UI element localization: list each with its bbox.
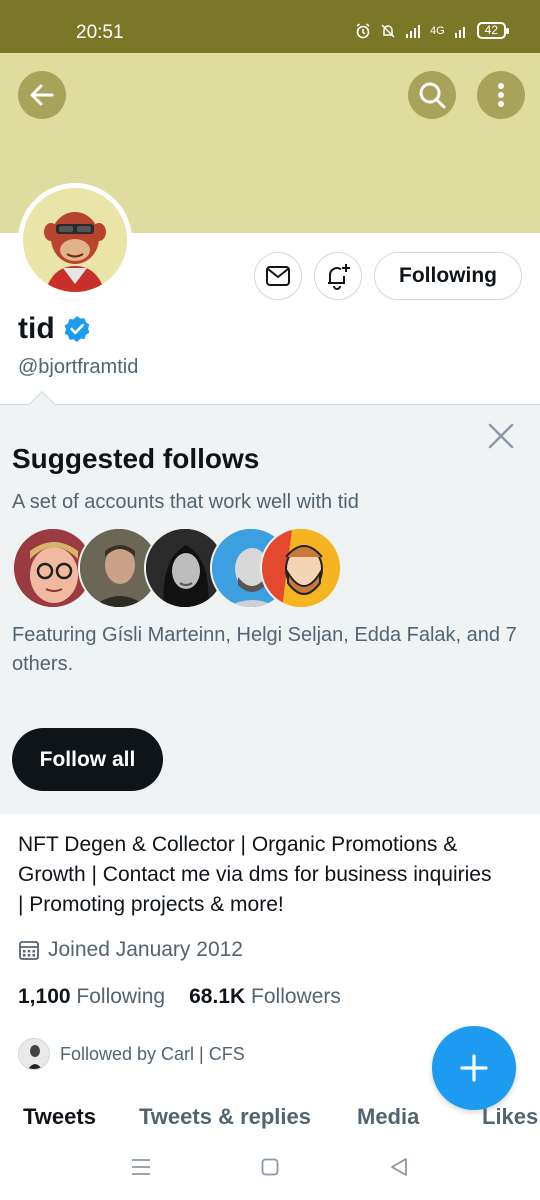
followers-stat-label: Followers [251, 985, 341, 1008]
status-bar: 20:51 4G 42 [0, 0, 540, 53]
arrow-left-icon [30, 84, 54, 106]
followers-count: 68.1K [189, 985, 246, 1008]
follow-stats: 1,100 Following 68.1K Followers [18, 985, 341, 1009]
card-notch [27, 390, 57, 420]
search-button[interactable] [408, 71, 456, 119]
follower-avatar [18, 1038, 50, 1070]
profile-bio: NFT Degen & Collector | Organic Promotio… [18, 833, 492, 916]
verified-badge-icon [64, 316, 90, 342]
profile-tabs: Tweets Tweets & replies Media Likes [0, 1100, 540, 1136]
following-stat[interactable]: 1,100 Following [18, 985, 165, 1009]
close-icon [488, 423, 514, 449]
message-button[interactable] [254, 252, 302, 300]
suggested-featuring: Featuring Gísli Marteinn, Helgi Seljan, … [12, 624, 517, 675]
network-type: 4G [429, 24, 445, 37]
compose-tweet-button[interactable] [432, 1026, 516, 1110]
following-button[interactable]: Following [374, 252, 522, 300]
alarm-icon [356, 22, 370, 38]
tab-likes[interactable]: Likes [482, 1104, 538, 1130]
follow-all-button[interactable]: Follow all [12, 728, 163, 791]
plus-icon [460, 1054, 488, 1082]
suggested-title: Suggested follows [12, 443, 260, 474]
suggested-follows-card: Suggested follows A set of accounts that… [0, 390, 540, 814]
signal-icon-2 [454, 26, 465, 38]
system-nav-bar [0, 1136, 540, 1200]
tab-tweets-replies[interactable]: Tweets & replies [139, 1104, 311, 1130]
display-name: tid [18, 312, 55, 345]
recent-apps-icon[interactable] [131, 1158, 151, 1176]
notifications-button[interactable] [314, 252, 362, 300]
dismiss-button[interactable] [488, 423, 514, 454]
avatar [23, 188, 127, 292]
joined-date: Joined January 2012 [18, 938, 243, 962]
tab-media[interactable]: Media [357, 1104, 419, 1130]
battery-indicator: 42 [476, 22, 510, 39]
person-avatar-icon [262, 529, 340, 607]
more-button[interactable] [477, 71, 525, 119]
profile-avatar[interactable] [18, 183, 132, 297]
suggested-subtitle: A set of accounts that work well with ti… [12, 491, 359, 513]
profile-handle: @bjortframtid [18, 356, 139, 378]
envelope-icon [266, 266, 290, 286]
suggested-avatars[interactable] [12, 527, 342, 609]
person-avatar-icon [19, 1039, 49, 1069]
followed-by-text: Followed by Carl | CFS [60, 1043, 245, 1064]
following-count: 1,100 [18, 985, 71, 1008]
suggested-avatar [260, 527, 342, 609]
signal-icon [405, 24, 420, 38]
joined-text: Joined January 2012 [48, 938, 243, 961]
profile-name: tid [18, 312, 91, 346]
following-stat-label: Following [76, 985, 166, 1008]
home-icon[interactable] [261, 1158, 279, 1176]
status-icons: 4G 42 [355, 22, 510, 39]
followers-stat[interactable]: 68.1K Followers [189, 985, 341, 1009]
more-vertical-icon [498, 83, 504, 107]
ape-avatar-icon [23, 188, 127, 292]
followed-by[interactable]: Followed by Carl | CFS [18, 1038, 245, 1070]
search-icon [419, 82, 446, 109]
mute-bell-icon [381, 23, 395, 38]
calendar-icon [19, 941, 39, 960]
bell-plus-icon [328, 264, 350, 290]
back-button[interactable] [18, 71, 66, 119]
tab-tweets[interactable]: Tweets [23, 1104, 96, 1130]
back-nav-icon[interactable] [389, 1157, 409, 1177]
status-time: 20:51 [76, 22, 124, 43]
